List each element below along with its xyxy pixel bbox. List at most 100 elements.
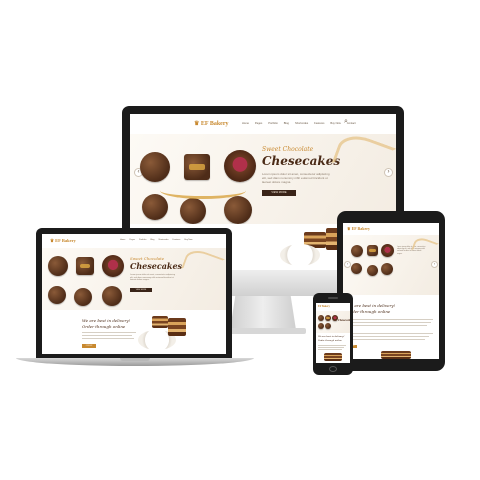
chocolate-star xyxy=(102,286,122,306)
hero-next-arrow[interactable]: › xyxy=(431,261,438,268)
chocolate-round xyxy=(325,323,331,329)
phone-logo[interactable]: EF Bakery xyxy=(318,305,330,308)
chocolate-square xyxy=(184,154,210,180)
cake-image xyxy=(152,316,168,328)
phone-header: EF Bakery xyxy=(316,303,350,311)
laptop-screen: ♛ EF Bakery Home Pages Portfolio Blog Sh… xyxy=(42,234,226,354)
intro-title-line1: We are best in delivery! xyxy=(82,318,131,323)
laptop-logo[interactable]: ♛ EF Bakery xyxy=(50,238,76,244)
nav-home[interactable]: Home xyxy=(120,239,125,241)
chocolate-square xyxy=(367,245,378,256)
nav-portfolio[interactable]: Portfolio xyxy=(268,122,278,125)
nav-buy-now[interactable]: Buy Now xyxy=(330,122,340,125)
cake-image xyxy=(381,351,411,359)
search-icon[interactable]: ⌕ xyxy=(344,118,348,126)
cake-image xyxy=(168,318,186,336)
chocolate-round xyxy=(48,286,66,304)
intro-title-line1: We are best in delivery! xyxy=(318,335,345,338)
nav-features[interactable]: Features xyxy=(173,239,181,241)
nav-shortcodes[interactable]: Shortcodes xyxy=(295,122,308,125)
intro-text-line xyxy=(347,339,425,340)
laptop-nav: Home Pages Portfolio Blog Shortcodes Fea… xyxy=(120,239,192,241)
chocolate-swirl-image xyxy=(331,129,396,183)
tablet-screen: ♛ EF Bakery ‹ › Lorem ipsum dolor sit am… xyxy=(343,223,439,359)
intro-text-line xyxy=(347,336,429,337)
chocolate-heart xyxy=(102,255,124,277)
hero-title: Chesecakes xyxy=(338,319,350,322)
intro-text-line xyxy=(347,322,431,323)
laptop: ♛ EF Bakery Home Pages Portfolio Blog Sh… xyxy=(16,228,254,368)
chocolate-square xyxy=(76,257,94,275)
chocolate-round xyxy=(351,263,362,274)
tablet-logo[interactable]: ♛ EF Bakery xyxy=(347,226,370,231)
chocolate-praline xyxy=(140,152,170,182)
chocolate-round xyxy=(142,194,168,220)
tablet-header: ♛ EF Bakery xyxy=(343,223,439,235)
chocolate-square xyxy=(325,315,331,321)
imac-logo[interactable]: ♛ EF Bakery xyxy=(194,120,229,127)
hero-view-more-button[interactable]: VIEW MORE xyxy=(262,190,296,196)
tablet: ♛ EF Bakery ‹ › Lorem ipsum dolor sit am… xyxy=(337,211,445,371)
apple-logo-icon xyxy=(254,272,272,292)
intro-text-line xyxy=(82,332,136,333)
nav-buy-now[interactable]: Buy Now xyxy=(184,239,192,241)
intro-title-line2: Order through online xyxy=(347,309,391,314)
nav-blog[interactable]: Blog xyxy=(150,239,154,241)
nav-shortcodes[interactable]: Shortcodes xyxy=(158,239,168,241)
intro-text-line xyxy=(318,345,346,346)
intro-text-line xyxy=(318,347,344,348)
hero-title: Chesecakes xyxy=(262,154,341,168)
nav-features[interactable]: Features xyxy=(314,122,324,125)
phone-hero: Chesecakes xyxy=(316,311,350,333)
imac-nav: Home Pages Portfolio Blog Shortcodes Fea… xyxy=(242,122,356,125)
chocolate-praline xyxy=(351,245,363,257)
intro-text-line xyxy=(82,335,132,336)
nav-home[interactable]: Home xyxy=(242,122,249,125)
chocolate-round xyxy=(180,198,206,224)
chocolate-heart xyxy=(381,244,394,257)
laptop-intro-section: We are best in delivery! Order through o… xyxy=(42,310,226,354)
intro-title-line2: Order through online xyxy=(82,324,126,329)
chocolate-round xyxy=(367,265,378,276)
phone-home-button[interactable] xyxy=(329,366,337,372)
intro-text-line xyxy=(347,325,427,326)
chocolate-swirl-image xyxy=(181,246,225,282)
tablet-hero: ‹ › Lorem ipsum dolor sit amet, consecte… xyxy=(343,235,439,295)
plate-image xyxy=(280,244,320,266)
laptop-notch xyxy=(120,358,150,361)
nav-pages[interactable]: Pages xyxy=(255,122,262,125)
intro-text-line xyxy=(347,333,433,334)
intro-text-line xyxy=(318,349,342,350)
hero-eyebrow: Sweet Chocolate xyxy=(262,146,314,153)
chocolate-round xyxy=(74,288,92,306)
laptop-header: ♛ EF Bakery Home Pages Portfolio Blog Sh… xyxy=(42,234,226,248)
hero-description: Lorem ipsum dolor sit amet, consectetur … xyxy=(130,274,176,282)
nav-blog[interactable]: Blog xyxy=(284,122,289,125)
phone-intro-section: We are best in delivery! Order through o… xyxy=(316,333,350,363)
nav-contact[interactable]: Contact xyxy=(347,122,356,125)
chocolate-heart xyxy=(224,150,256,182)
intro-title-line1: We are best in delivery! xyxy=(347,303,396,308)
phone-speaker xyxy=(328,297,338,299)
hero-prev-arrow[interactable]: ‹ xyxy=(344,261,351,268)
nav-portfolio[interactable]: Portfolio xyxy=(139,239,146,241)
hero-view-more-button[interactable]: VIEW MORE xyxy=(130,288,152,292)
chocolate-drizzle xyxy=(160,182,246,199)
phone-screen: EF Bakery Chesecakes We are best in deli… xyxy=(316,303,350,363)
intro-text-line xyxy=(82,338,134,339)
chocolate-star xyxy=(381,263,393,275)
intro-text-line xyxy=(347,319,433,320)
imac-header: ♛ EF Bakery Home Pages Portfolio Blog Sh… xyxy=(130,114,396,134)
cake-image xyxy=(324,353,342,361)
laptop-hero: Sweet Chocolate Chesecakes Lorem ipsum d… xyxy=(42,246,226,310)
hero-title: Chesecakes xyxy=(130,261,183,271)
chocolate-praline xyxy=(318,315,324,321)
chocolate-star xyxy=(224,196,252,224)
phone: EF Bakery Chesecakes We are best in deli… xyxy=(313,293,353,375)
intro-title-line2: Order through online xyxy=(318,339,342,342)
nav-pages[interactable]: Pages xyxy=(129,239,135,241)
intro-order-button[interactable]: ORDER xyxy=(82,344,96,348)
hero-description: Lorem ipsum dolor sit amet, consectetur … xyxy=(262,172,330,184)
chocolate-praline xyxy=(48,256,68,276)
tablet-intro-section: We are best in delivery! Order through o… xyxy=(343,295,439,359)
